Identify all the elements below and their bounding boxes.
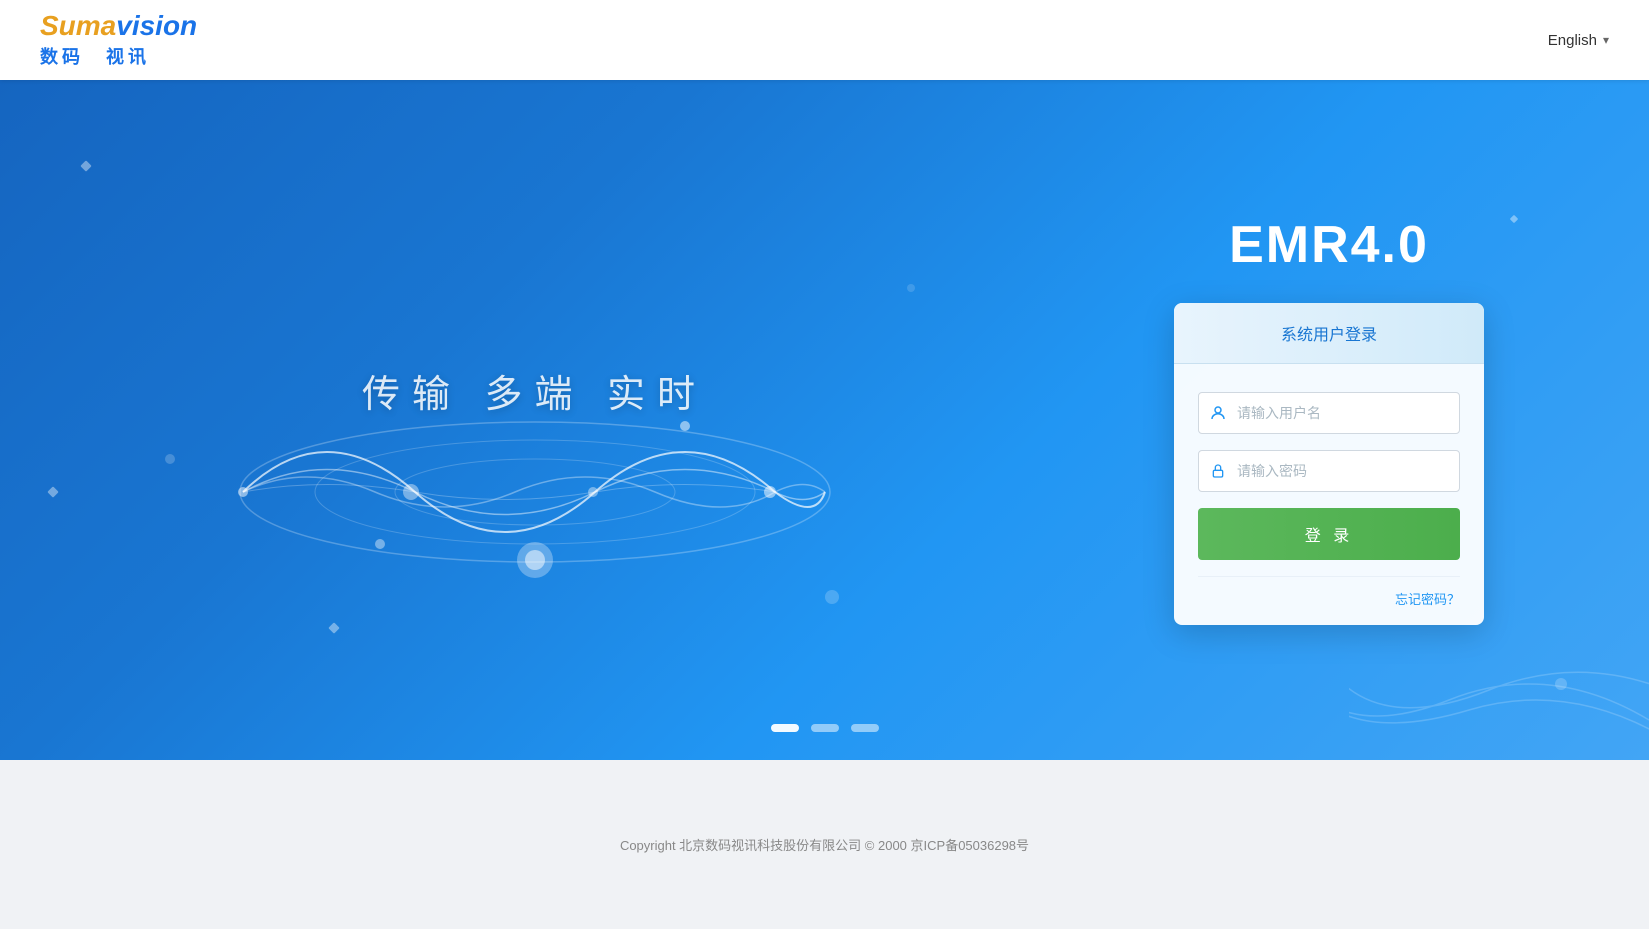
username-input[interactable]	[1237, 393, 1459, 433]
deco-9	[1555, 678, 1567, 690]
footer-copyright: Copyright 北京数码视讯科技股份有限公司 © 2000 京ICP备050…	[620, 835, 1029, 854]
carousel-dot-3[interactable]	[851, 724, 879, 732]
logo-sumavision: Sumavision	[40, 11, 197, 42]
password-input[interactable]	[1237, 451, 1459, 491]
carousel-dot-1[interactable]	[771, 724, 799, 732]
user-icon	[1199, 404, 1237, 422]
logo-cn2: 视讯	[106, 47, 150, 67]
login-button[interactable]: 登 录	[1198, 508, 1460, 560]
hero-section: 传输 多端 实时	[0, 80, 1649, 760]
hero-right: EMR4.0 系统用户登录	[1069, 215, 1649, 625]
forgot-password-link[interactable]: 忘记密码？	[1395, 592, 1460, 607]
username-input-group	[1198, 392, 1460, 434]
chevron-down-icon: ▾	[1603, 33, 1609, 47]
wave-svg	[225, 292, 845, 612]
language-label: English	[1548, 32, 1597, 49]
logo-vision: vision	[116, 10, 197, 41]
lock-icon	[1199, 462, 1237, 480]
password-input-group	[1198, 450, 1460, 492]
login-title: 系统用户登录	[1281, 327, 1377, 344]
header: Sumavision 数码 视讯 English ▾	[0, 0, 1649, 80]
carousel-dot-2[interactable]	[811, 724, 839, 732]
logo-cn1: 数码	[40, 47, 84, 67]
product-title: EMR4.0	[1229, 215, 1429, 275]
footer: Copyright 北京数码视讯科技股份有限公司 © 2000 京ICP备050…	[0, 760, 1649, 929]
logo: Sumavision 数码 视讯	[40, 11, 197, 70]
forgot-password-area: 忘记密码？	[1198, 576, 1460, 609]
language-selector[interactable]: English ▾	[1548, 32, 1609, 49]
login-card-header: 系统用户登录	[1174, 303, 1484, 364]
login-card-body: 登 录 忘记密码？	[1174, 364, 1484, 625]
carousel-dots	[771, 724, 879, 732]
wave-graphic	[225, 292, 845, 612]
logo-chinese: 数码 视讯	[40, 43, 150, 69]
logo-suma: Suma	[40, 10, 116, 41]
login-card: 系统用户登录	[1174, 303, 1484, 625]
hero-left: 传输 多端 实时	[0, 80, 1069, 760]
logo-cn-space	[84, 47, 106, 67]
